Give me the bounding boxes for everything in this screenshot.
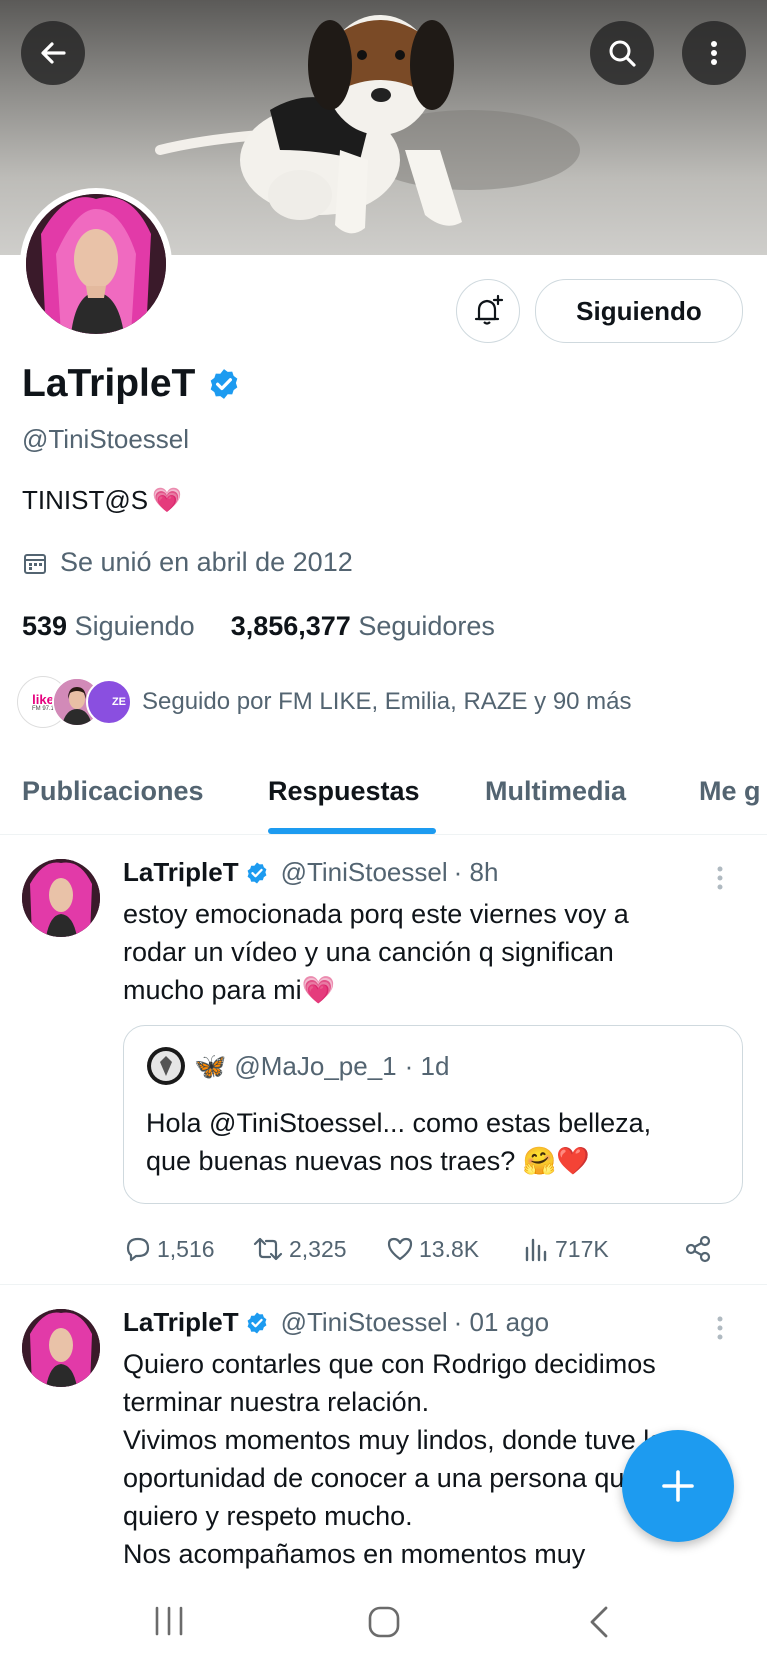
post-author-name[interactable]: LaTripleT [123,1307,239,1338]
display-name: LaTripleT [22,362,196,405]
following-stat[interactable]: 539 Siguiendo [22,611,195,642]
verified-badge-icon [211,369,238,399]
post-avatar[interactable] [22,1309,100,1387]
following-button[interactable]: Siguiendo [535,279,743,343]
post-time: · 01 ago [453,1307,550,1337]
more-vertical-icon [717,866,723,890]
join-date-text: Se unió en abril de 2012 [60,547,353,577]
post-author-name[interactable]: LaTripleT [123,857,239,888]
post-text-line: rodar un vídeo y una canción q significa… [123,937,614,967]
join-date: Se unió en abril de 2012 [22,547,353,578]
verified-badge-icon [247,862,266,883]
pink-heart-emoji: 💗 [152,487,182,514]
post-time: · 8h [453,857,499,887]
reply-count: 1,516 [157,1235,215,1262]
post-author-handle: @TiniStoessel [280,857,448,887]
following-count: 539 [22,611,68,641]
profile-tabs: Publicaciones Respuestas Multimedia Me g [0,762,767,835]
profile-bio: TINIST@S 💗 [22,485,182,516]
post-text-line: estoy emocionada porq este viernes voy a [123,899,629,929]
post-more-button[interactable] [715,1315,725,1341]
search-button[interactable] [590,21,654,85]
arrow-left-icon [41,42,66,64]
followed-by-row[interactable]: like FM 97.1 ZE Seguido por FM LIKE, Emi… [18,677,632,727]
quoted-avatar [147,1047,185,1085]
quoted-time: · 1d [404,1050,450,1081]
profile-avatar[interactable] [20,188,172,340]
active-tab-indicator [268,828,436,834]
mini-avatar-raze: ZE [86,679,132,725]
following-label: Siguiendo [74,611,195,641]
quoted-text-line: Hola @TiniStoessel... como estas belleza… [146,1108,652,1138]
post-author-handle: @TiniStoessel [280,1307,448,1337]
notifications-button[interactable] [456,279,520,343]
views-count: 717K [555,1235,609,1262]
more-vertical-icon [711,41,717,65]
share-button[interactable] [683,1234,713,1264]
bell-plus-icon [474,294,504,325]
tab-me-gusta[interactable]: Me g [699,776,761,807]
views-button[interactable]: 717K [523,1234,609,1264]
calendar-icon [24,553,46,574]
followers-label: Seguidores [358,611,495,641]
recents-icon[interactable] [152,1604,186,1638]
repost-icon [253,1237,283,1261]
follow-stats: 539 Siguiendo 3,856,377 Seguidores [22,611,495,642]
heart-icon [387,1237,413,1261]
profile-name-row: LaTripleT [22,362,241,406]
followers-count: 3,856,377 [230,611,351,641]
views-chart-icon [525,1238,547,1262]
home-icon[interactable] [366,1604,402,1640]
followers-stat[interactable]: 3,856,377 Seguidores [231,611,495,642]
system-navigation-bar [0,1574,767,1669]
tab-publicaciones[interactable]: Publicaciones [22,776,204,807]
like-count: 13.8K [419,1235,480,1262]
butterfly-emoji: 🦋 [194,1050,227,1081]
share-icon [685,1235,711,1263]
post-actions: 1,516 2,325 13.8K 717K [123,1229,723,1269]
quoted-text: Hola @TiniStoessel... como estas belleza… [146,1104,726,1180]
profile-handle: @TiniStoessel [22,424,190,454]
reply-button[interactable]: 1,516 [123,1234,215,1264]
reply-icon [126,1237,150,1262]
post-more-button[interactable] [715,865,725,891]
repost-count: 2,325 [289,1235,347,1262]
tab-multimedia[interactable]: Multimedia [485,776,626,807]
search-icon [609,40,636,67]
like-button[interactable]: 13.8K [385,1234,479,1264]
back-button[interactable] [21,21,85,85]
verified-badge-icon [247,1312,266,1333]
plus-icon [662,1470,694,1502]
tab-respuestas[interactable]: Respuestas [268,776,420,807]
quoted-handle: @MaJo_pe_1 [234,1050,397,1081]
post-header: LaTripleT @TiniStoessel · 8h [123,857,498,888]
avatar-photo [26,194,166,334]
post-header: LaTripleT @TiniStoessel · 01 ago [123,1307,549,1338]
bio-text: TINIST@S [22,485,149,515]
post-text-line: mucho para mi💗 [123,975,336,1005]
post-text-line: Nos acompañamos en momentos muy [123,1539,586,1569]
quoted-post[interactable]: 🦋 @MaJo_pe_1 · 1d Hola @TiniStoessel... … [123,1025,743,1204]
post-text-line: Quiero contarles que con Rodrigo decidim… [123,1349,656,1379]
quoted-post-header: 🦋 @MaJo_pe_1 · 1d [146,1046,449,1086]
post-text-line: terminar nuestra relación. [123,1387,430,1417]
back-chevron-icon[interactable] [586,1604,612,1640]
repost-button[interactable]: 2,325 [251,1234,347,1264]
followed-by-text: Seguido por FM LIKE, Emilia, RAZE y 90 m… [142,688,632,715]
quoted-text-line: que buenas nuevas nos traes? 🤗❤️ [146,1146,591,1176]
compose-button[interactable] [622,1430,734,1542]
more-vertical-icon [717,1316,723,1340]
post-text: estoy emocionada porq este viernes voy a… [123,895,743,1009]
more-button[interactable] [682,21,746,85]
post-avatar[interactable] [22,859,100,937]
